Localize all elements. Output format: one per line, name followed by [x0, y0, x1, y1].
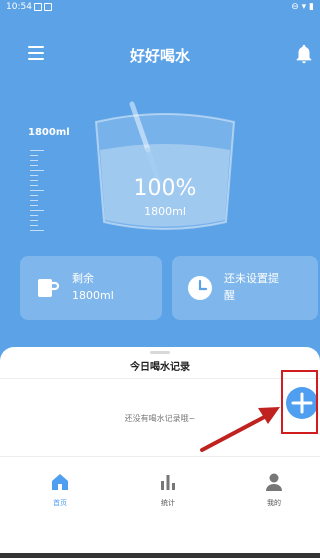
nav-profile-label: 我的 [267, 499, 281, 507]
scale-tick [30, 190, 44, 191]
nav-home-label: 首页 [53, 499, 67, 507]
scale-tick [30, 220, 38, 221]
remaining-value: 1800ml [72, 289, 114, 302]
daily-goal-label: 1800ml [28, 127, 70, 138]
nav-profile[interactable]: 我的 [244, 472, 304, 508]
scale-tick [30, 210, 44, 211]
bell-icon[interactable] [293, 43, 315, 65]
divider [0, 378, 320, 379]
reminder-line-2: 醒 [224, 289, 235, 302]
intake-percent: 100% [133, 176, 197, 201]
remaining-card[interactable]: 剩余 1800ml [20, 256, 162, 320]
scale-tick [30, 205, 38, 206]
home-icon [52, 474, 68, 490]
intake-amount: 1800ml [144, 205, 186, 218]
nav-stats-label: 统计 [161, 499, 175, 507]
scale-tick [30, 170, 44, 171]
scale-tick [30, 200, 38, 201]
reminder-line-1: 还未设置提 [224, 272, 279, 285]
bar-chart-icon [161, 475, 175, 490]
scale-tick [30, 185, 38, 186]
scale-tick [30, 225, 38, 226]
scale-tick [30, 160, 38, 161]
annotation-arrow [200, 407, 280, 452]
scale-tick [30, 175, 38, 176]
system-navigation-bar [0, 553, 320, 558]
scale-tick [30, 165, 38, 166]
water-glass-graphic [94, 101, 236, 230]
reminder-card[interactable]: 还未设置提 醒 [172, 256, 318, 320]
clock-icon [188, 276, 212, 300]
annotation-highlight-box [281, 370, 318, 434]
records-title: 今日喝水记录 [130, 362, 190, 373]
nav-stats[interactable]: 统计 [138, 472, 198, 508]
remaining-label: 剩余 [72, 272, 94, 285]
scale-tick [30, 230, 44, 231]
scale-tick [30, 150, 44, 151]
app-title: 好好喝水 [129, 47, 190, 65]
notification-icon [34, 3, 42, 11]
level-scale [30, 150, 44, 231]
nav-home[interactable]: 首页 [30, 472, 90, 508]
profile-icon [266, 473, 282, 491]
status-bar: 10:54 ⊖ ▾ ▮ [0, 0, 320, 16]
scale-tick [30, 155, 38, 156]
signal-icons: ⊖ ▾ ▮ [291, 2, 314, 12]
cup-icon [38, 279, 60, 297]
scale-tick [30, 195, 38, 196]
scale-tick [30, 215, 38, 216]
status-time: 10:54 [6, 2, 32, 12]
sheet-drag-handle[interactable] [150, 351, 170, 354]
notification-icon [44, 3, 52, 11]
divider [0, 456, 320, 457]
scale-tick [30, 180, 38, 181]
